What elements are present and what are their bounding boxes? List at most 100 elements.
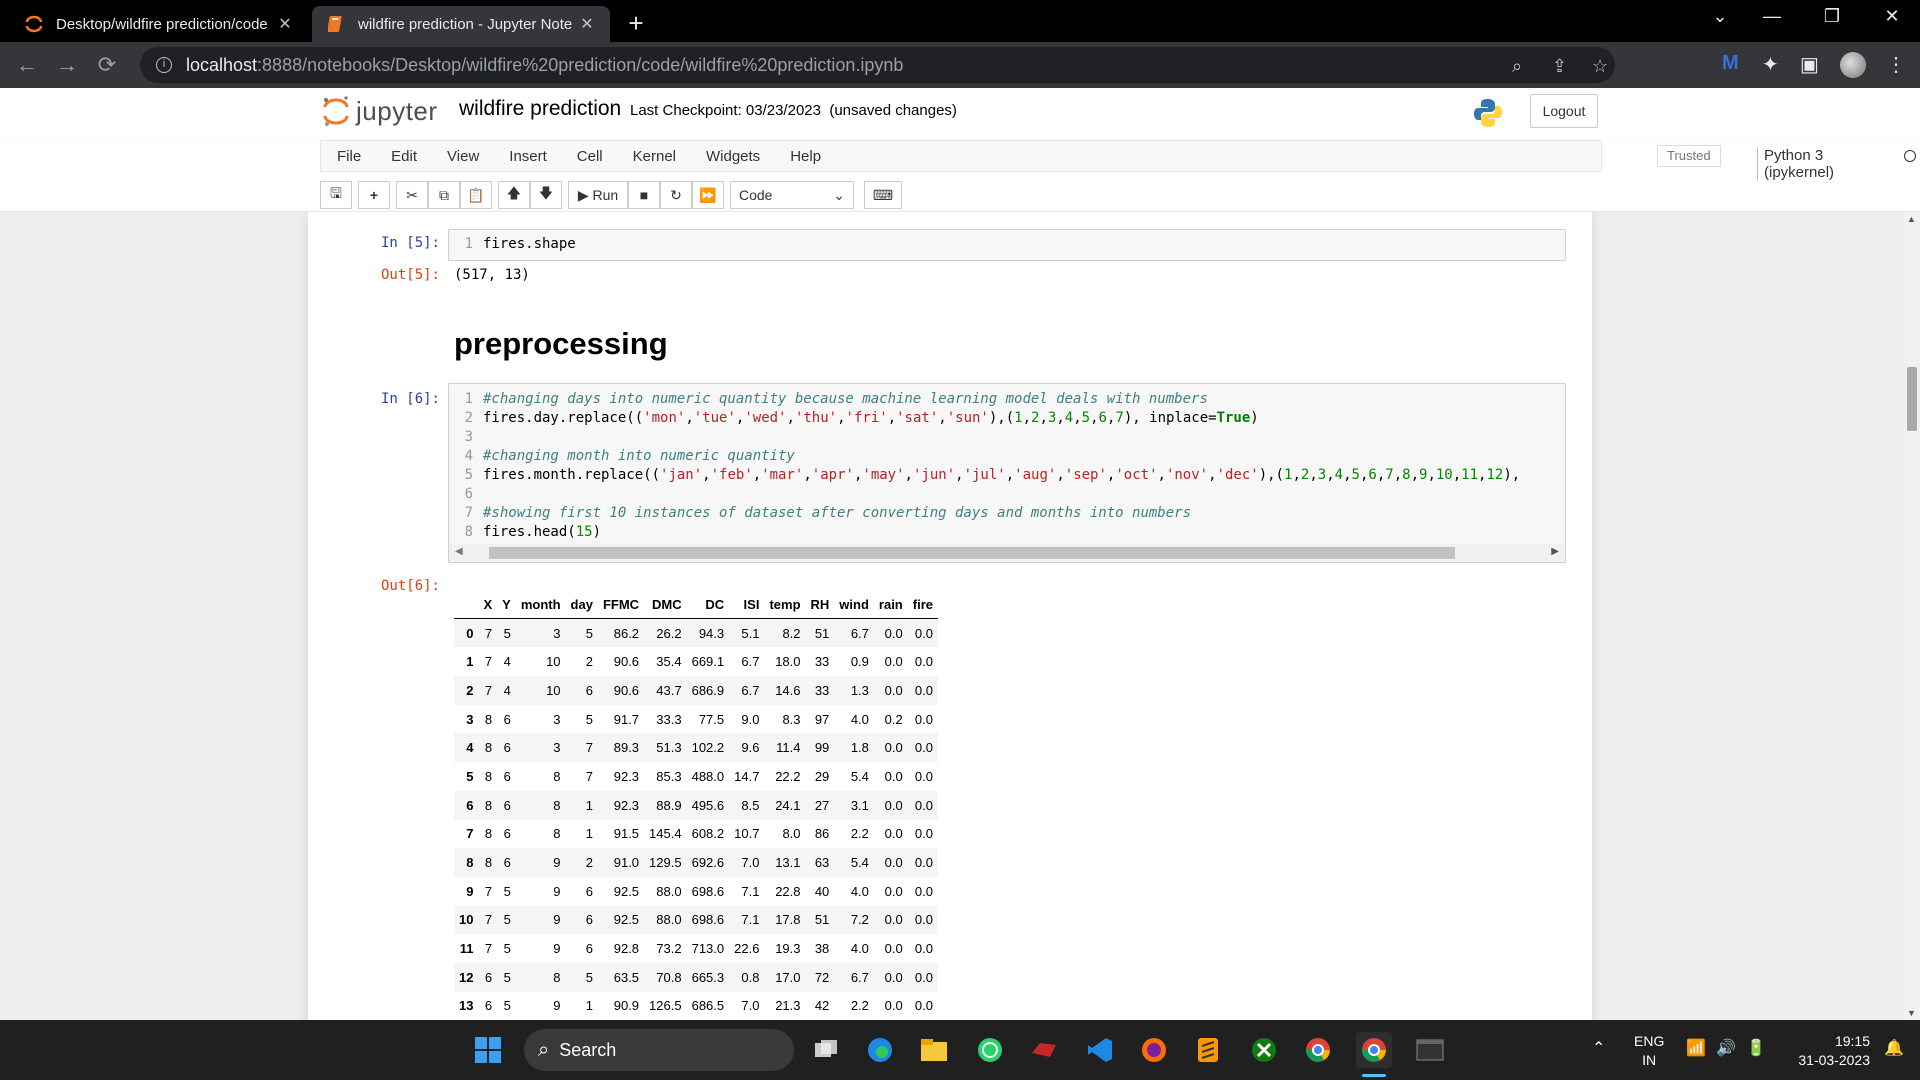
scroll-left-icon[interactable]: ◀: [455, 546, 463, 557]
close-tab-icon[interactable]: ✕: [578, 14, 596, 34]
windows-start-icon[interactable]: [470, 1032, 506, 1068]
new-tab-icon[interactable]: +: [622, 8, 650, 39]
line-number: 7: [464, 505, 473, 521]
arrow-up-icon: 🡅: [506, 185, 522, 201]
profile-avatar[interactable]: [1840, 52, 1866, 78]
move-down-button[interactable]: 🡇: [530, 181, 562, 209]
sublime-icon[interactable]: [1190, 1032, 1226, 1068]
save-button[interactable]: 🖫: [320, 181, 352, 209]
horizontal-scrollbar[interactable]: ◀ ▶: [449, 544, 1565, 562]
menu-file[interactable]: File: [321, 148, 376, 165]
menu-kernel[interactable]: Kernel: [618, 148, 691, 165]
taskbar-search[interactable]: ⌕ Search: [524, 1029, 794, 1071]
code-cell-editor[interactable]: 1 2 3 4 5 6 7 8 #changing days into nume…: [448, 383, 1566, 563]
kernel-name[interactable]: Python 3 (ipykernel): [1757, 147, 1834, 181]
table-cell: 6: [585, 941, 593, 957]
app-red-icon[interactable]: [1026, 1032, 1062, 1068]
url-input[interactable]: i localhost:8888/notebooks/Desktop/wildf…: [140, 47, 1615, 83]
firefox-icon[interactable]: [1136, 1032, 1172, 1068]
move-up-button[interactable]: 🡅: [498, 181, 530, 209]
run-button[interactable]: ▶ Run: [568, 181, 628, 209]
volume-icon[interactable]: 🔊: [1716, 1038, 1736, 1058]
minimize-icon[interactable]: —: [1752, 6, 1792, 27]
logout-button[interactable]: Logout: [1530, 94, 1598, 128]
battery-icon[interactable]: 🔋: [1746, 1038, 1766, 1058]
back-icon[interactable]: ←: [12, 52, 42, 78]
notebook-container: In [5]: 1 fires.shape Out[5]: (517, 13) …: [308, 212, 1592, 1020]
notification-icon[interactable]: 🔔: [1884, 1038, 1904, 1058]
page-scrollbar[interactable]: ▲ ▼: [1904, 212, 1920, 1020]
language-indicator[interactable]: ENG IN: [1634, 1032, 1664, 1070]
chrome-icon[interactable]: [1300, 1032, 1336, 1068]
close-tab-icon[interactable]: ✕: [276, 14, 294, 34]
table-cell: 2: [585, 855, 593, 871]
paste-button[interactable]: 📋: [460, 181, 492, 209]
insert-cell-button[interactable]: +: [358, 181, 390, 209]
interrupt-button[interactable]: ■: [628, 181, 660, 209]
chevron-up-icon[interactable]: ⌃: [1592, 1038, 1605, 1058]
menu-widgets[interactable]: Widgets: [691, 148, 775, 165]
menu-view[interactable]: View: [432, 148, 494, 165]
notebook-name[interactable]: wildfire prediction: [459, 97, 621, 121]
run-label: Run: [592, 187, 619, 203]
copy-button[interactable]: ⧉: [428, 181, 460, 209]
close-window-icon[interactable]: ✕: [1872, 6, 1912, 27]
site-info-icon[interactable]: i: [156, 57, 172, 73]
restart-run-all-button[interactable]: ⏩: [692, 181, 724, 209]
restart-button[interactable]: ↻: [660, 181, 692, 209]
cut-button[interactable]: ✂: [396, 181, 428, 209]
row-index: 13: [459, 998, 474, 1014]
code-line: fires.month.replace(('jan','feb','mar','…: [483, 467, 1521, 483]
menu-cell[interactable]: Cell: [562, 148, 618, 165]
table-cell: 63.5: [613, 969, 640, 985]
more-menu-icon[interactable]: ⋮: [1886, 52, 1906, 77]
scrollbar-thumb[interactable]: [1907, 367, 1917, 431]
scroll-right-icon[interactable]: ▶: [1551, 546, 1559, 557]
menu-edit[interactable]: Edit: [376, 148, 432, 165]
reload-icon[interactable]: ⟳: [92, 52, 122, 78]
chrome-active-icon[interactable]: [1356, 1032, 1392, 1068]
scrollbar-thumb[interactable]: [489, 547, 1455, 559]
tab-file-browser[interactable]: Desktop/wildfire prediction/code ✕: [10, 6, 308, 42]
code-cell-editor[interactable]: 1 fires.shape: [448, 229, 1566, 261]
jupyter-logo[interactable]: jupyter: [322, 94, 438, 128]
menu-help[interactable]: Help: [775, 148, 836, 165]
edge-icon[interactable]: [862, 1032, 898, 1068]
trusted-badge[interactable]: Trusted: [1657, 145, 1721, 167]
tab-notebook[interactable]: wildfire prediction - Jupyter Note ✕: [312, 6, 610, 42]
table-cell: 22.8: [775, 883, 801, 899]
wifi-icon[interactable]: 📶: [1686, 1038, 1706, 1058]
command-palette-button[interactable]: ⌨: [864, 181, 902, 209]
table-cell: 92.5: [613, 883, 640, 899]
vscode-icon[interactable]: [1082, 1032, 1118, 1068]
menu-insert[interactable]: Insert: [494, 148, 562, 165]
whatsapp-icon[interactable]: [972, 1032, 1008, 1068]
share-icon[interactable]: ⇪: [1552, 56, 1567, 77]
scroll-down-icon[interactable]: ▼: [1907, 1008, 1916, 1018]
puzzle-icon[interactable]: ✦: [1762, 52, 1779, 77]
cell-type-select[interactable]: Code ⌄: [730, 181, 854, 209]
zoom-icon[interactable]: ⌕: [1512, 56, 1522, 77]
forward-icon[interactable]: →: [52, 52, 82, 78]
file-explorer-icon[interactable]: [916, 1032, 952, 1068]
extension-m-icon[interactable]: M: [1722, 52, 1739, 75]
table-cell: 713.0: [691, 941, 725, 957]
table-cell: 5: [503, 969, 511, 985]
xbox-icon[interactable]: [1246, 1032, 1282, 1068]
table-cell: 91.0: [613, 855, 640, 871]
star-icon[interactable]: ☆: [1592, 56, 1608, 77]
table-cell: 1.3: [850, 682, 869, 698]
terminal-icon[interactable]: [1412, 1032, 1448, 1068]
table-cell: 70.8: [656, 969, 682, 985]
clock[interactable]: 19:15 31-03-2023: [1780, 1032, 1870, 1070]
table-cell: 5: [585, 711, 593, 727]
tab-search-icon[interactable]: ⌄: [1700, 6, 1740, 27]
task-view-icon[interactable]: [808, 1032, 844, 1068]
table-cell: 8: [484, 740, 493, 756]
table-cell: 0.0: [884, 682, 903, 698]
scroll-up-icon[interactable]: ▲: [1907, 214, 1916, 224]
restore-icon[interactable]: ❐: [1812, 6, 1852, 27]
table-row: 6 8 6 8 1 92.3 88.9 495.6 8.5 24.1 27 3.1 0.0 0.0: [454, 790, 938, 820]
play-icon: ▶: [577, 186, 593, 203]
side-panel-icon[interactable]: ▣: [1800, 52, 1819, 77]
